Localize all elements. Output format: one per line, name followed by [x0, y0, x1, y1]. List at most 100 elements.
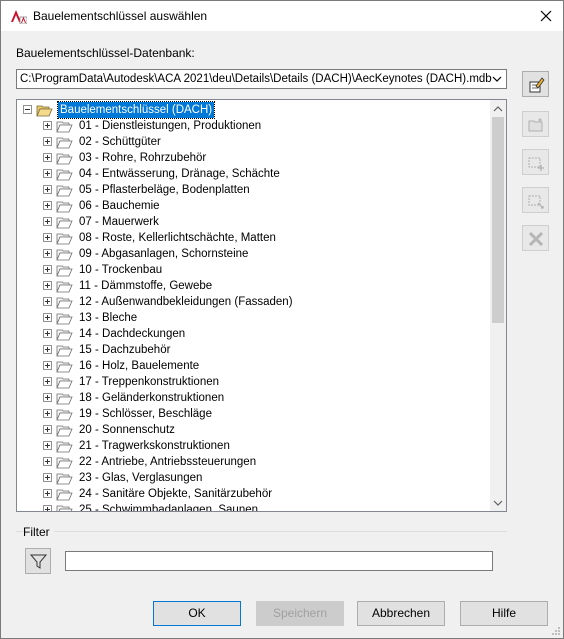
expand-toggle[interactable]: [43, 329, 52, 338]
edit-database-button[interactable]: [522, 71, 549, 97]
tree-item[interactable]: 03 - Rohre, Rohrzubehör: [17, 150, 487, 166]
expand-toggle[interactable]: [43, 457, 52, 466]
tree-item[interactable]: 05 - Pflasterbeläge, Bodenplatten: [17, 182, 487, 198]
expand-toggle[interactable]: [43, 217, 52, 226]
open-folder-icon: [56, 329, 73, 341]
open-folder-icon: [56, 249, 73, 261]
expand-toggle[interactable]: [43, 489, 52, 498]
close-button[interactable]: [537, 7, 555, 25]
expand-toggle[interactable]: [43, 441, 52, 450]
open-folder-icon: [56, 377, 73, 389]
tree-item-label: 17 - Treppenkonstruktionen: [79, 376, 220, 388]
tree-item[interactable]: 02 - Schüttgüter: [17, 134, 487, 150]
tree-content: Bauelementschlüssel (DACH) 01 - Dienstle…: [17, 100, 491, 511]
tree-item-label: 12 - Außenwandbekleidungen (Fassaden): [79, 296, 293, 308]
tree-item[interactable]: 18 - Geländerkonstruktionen: [17, 390, 487, 406]
cancel-button[interactable]: Abbrechen: [357, 601, 445, 626]
tree-item-label: 18 - Geländerkonstruktionen: [79, 392, 225, 404]
expand-toggle[interactable]: [43, 281, 52, 290]
tree-item-label: 04 - Entwässerung, Dränage, Schächte: [79, 168, 280, 180]
database-path-select[interactable]: C:\ProgramData\Autodesk\ACA 2021\deu\Det…: [16, 69, 507, 89]
tree-item-label: 21 - Tragwerkskonstruktionen: [79, 440, 230, 452]
ok-button[interactable]: OK: [153, 601, 241, 626]
open-folder-icon: [56, 137, 73, 149]
expand-toggle[interactable]: [43, 505, 52, 511]
expand-toggle[interactable]: [43, 121, 52, 130]
expand-toggle[interactable]: [43, 345, 52, 354]
tree-item[interactable]: 08 - Roste, Kellerlichtschächte, Matten: [17, 230, 487, 246]
expand-toggle[interactable]: [43, 137, 52, 146]
tree-item[interactable]: 16 - Holz, Bauelemente: [17, 358, 487, 374]
tree-item[interactable]: 15 - Dachzubehör: [17, 342, 487, 358]
tree-item[interactable]: 24 - Sanitäre Objekte, Sanitärzubehör: [17, 486, 487, 502]
keynote-tree[interactable]: Bauelementschlüssel (DACH) 01 - Dienstle…: [16, 99, 507, 512]
filter-icon: [30, 554, 47, 569]
expand-toggle[interactable]: [43, 233, 52, 242]
tree-item[interactable]: 14 - Dachdeckungen: [17, 326, 487, 342]
expand-toggle[interactable]: [43, 249, 52, 258]
tree-item[interactable]: 10 - Trockenbau: [17, 262, 487, 278]
tree-item[interactable]: 21 - Tragwerkskonstruktionen: [17, 438, 487, 454]
tree-item-label: 11 - Dämmstoffe, Gewebe: [79, 280, 213, 292]
tree-root-node[interactable]: Bauelementschlüssel (DACH): [17, 101, 317, 119]
tree-item-label: 25 - Schwimmbadanlagen, Saunen: [79, 504, 259, 511]
tree-item[interactable]: 01 - Dienstleistungen, Produktionen: [17, 118, 487, 134]
help-button[interactable]: Hilfe: [460, 601, 548, 626]
tree-item-label: 06 - Bauchemie: [79, 200, 160, 212]
open-folder-icon: [56, 201, 73, 213]
expand-toggle[interactable]: [43, 201, 52, 210]
open-folder-icon: [56, 409, 73, 421]
tree-item-label: 09 - Abgasanlagen, Schornsteine: [79, 248, 249, 260]
tree-item[interactable]: 25 - Schwimmbadanlagen, Saunen: [17, 502, 487, 511]
scroll-down-icon[interactable]: [493, 498, 503, 508]
open-folder-icon: [56, 505, 73, 511]
expand-toggle[interactable]: [43, 265, 52, 274]
resize-grip-icon[interactable]: [551, 626, 561, 636]
delete-button[interactable]: [522, 225, 549, 251]
tree-item[interactable]: 07 - Mauerwerk: [17, 214, 487, 230]
expand-toggle[interactable]: [43, 313, 52, 322]
expand-toggle[interactable]: [43, 409, 52, 418]
expand-toggle[interactable]: [43, 473, 52, 482]
new-folder-button[interactable]: [522, 111, 549, 137]
tree-item-label: 05 - Pflasterbeläge, Bodenplatten: [79, 184, 250, 196]
open-folder-icon: [56, 489, 73, 501]
tree-item[interactable]: 11 - Dämmstoffe, Gewebe: [17, 278, 487, 294]
tree-item[interactable]: 09 - Abgasanlagen, Schornsteine: [17, 246, 487, 262]
close-icon: [540, 10, 552, 22]
expand-toggle[interactable]: [43, 153, 52, 162]
tree-item[interactable]: 12 - Außenwandbekleidungen (Fassaden): [17, 294, 487, 310]
tree-item-label: 03 - Rohre, Rohrzubehör: [79, 152, 207, 164]
save-button[interactable]: Speichern: [256, 601, 344, 626]
autocad-architecture-icon: [11, 10, 27, 24]
expand-toggle[interactable]: [43, 361, 52, 370]
tree-item[interactable]: 13 - Bleche: [17, 310, 487, 326]
tree-item[interactable]: 20 - Sonnenschutz: [17, 422, 487, 438]
scrollbar-thumb[interactable]: [492, 117, 504, 323]
tree-item[interactable]: 06 - Bauchemie: [17, 198, 487, 214]
filter-button[interactable]: [25, 548, 51, 574]
database-path-value: C:\ProgramData\Autodesk\ACA 2021\deu\Det…: [20, 73, 492, 85]
vertical-scrollbar[interactable]: [490, 100, 506, 511]
open-folder-icon: [56, 217, 73, 229]
tree-item[interactable]: 23 - Glas, Verglasungen: [17, 470, 487, 486]
edit-keynote-button[interactable]: [522, 187, 549, 213]
open-folder-icon: [56, 425, 73, 437]
tree-item-label: 08 - Roste, Kellerlichtschächte, Matten: [79, 232, 276, 244]
open-folder-icon: [56, 345, 73, 357]
expand-toggle[interactable]: [43, 169, 52, 178]
tree-item[interactable]: 22 - Antriebe, Antriebssteuerungen: [17, 454, 487, 470]
expand-toggle[interactable]: [43, 393, 52, 402]
expand-toggle[interactable]: [43, 185, 52, 194]
expand-toggle[interactable]: [43, 425, 52, 434]
filter-input[interactable]: [65, 551, 493, 571]
tree-item[interactable]: 04 - Entwässerung, Dränage, Schächte: [17, 166, 487, 182]
expand-toggle[interactable]: [43, 377, 52, 386]
expand-toggle[interactable]: [43, 297, 52, 306]
open-folder-icon: [56, 265, 73, 277]
collapse-toggle[interactable]: [23, 105, 32, 114]
tree-item[interactable]: 17 - Treppenkonstruktionen: [17, 374, 487, 390]
scroll-up-icon[interactable]: [493, 104, 503, 114]
tree-item[interactable]: 19 - Schlösser, Beschläge: [17, 406, 487, 422]
add-keynote-button[interactable]: [522, 149, 549, 175]
